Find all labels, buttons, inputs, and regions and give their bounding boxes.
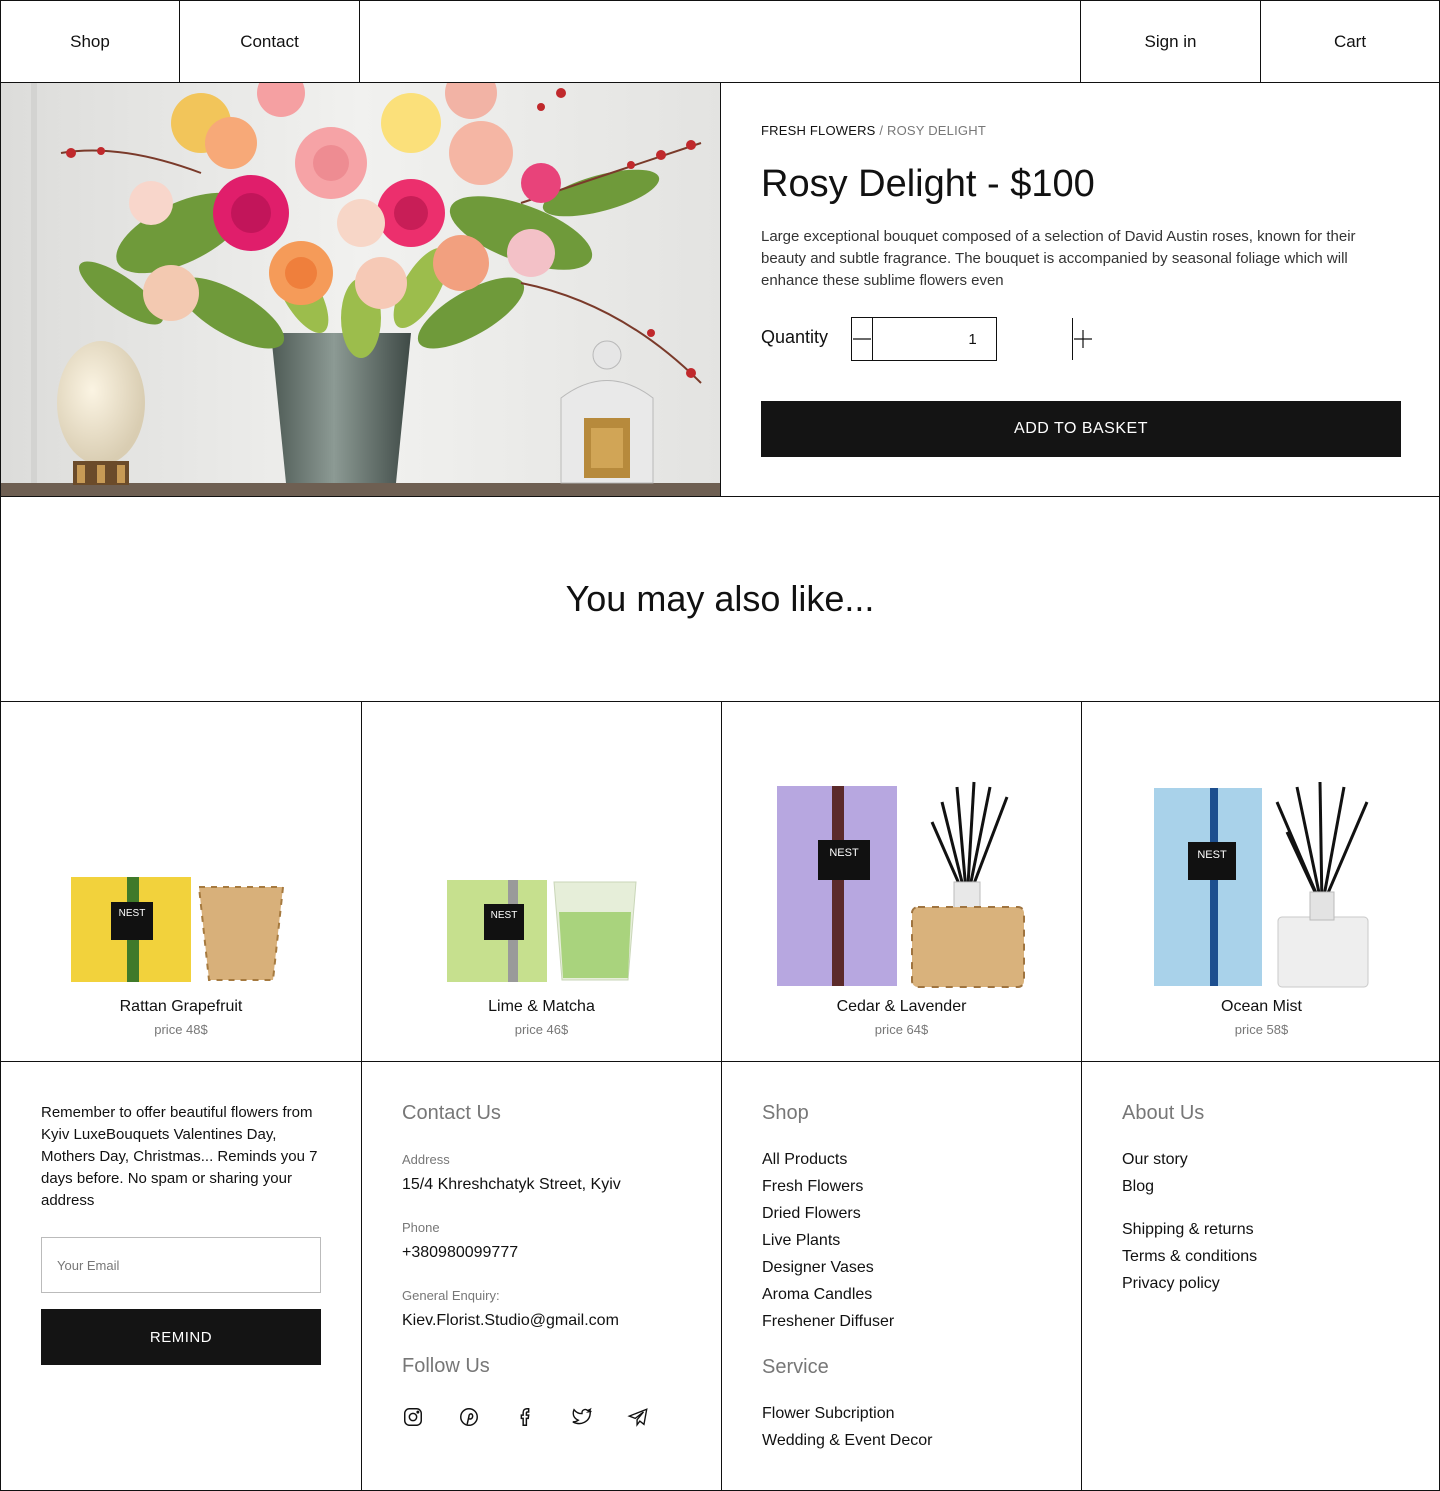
link-shipping-returns[interactable]: Shipping & returns (1122, 1221, 1254, 1239)
product-card-name: Cedar & Lavender (836, 998, 967, 1015)
shop-heading: Shop (762, 1102, 809, 1124)
link-fresh-flowers[interactable]: Fresh Flowers (762, 1178, 863, 1196)
nav-shop-link[interactable]: Shop (1, 1, 180, 82)
nav-sign-in-link[interactable]: Sign in (1080, 1, 1260, 82)
product-card-price: price 48$ (154, 1022, 208, 1037)
brand-label: NEST (829, 847, 859, 859)
instagram-icon[interactable] (402, 1405, 458, 1429)
recommendations-heading-section: You may also like... (1, 497, 1439, 702)
link-designer-vases[interactable]: Designer Vases (762, 1259, 874, 1277)
product-section: FRESH FLOWERS / ROSY DELIGHT Rosy Deligh… (1, 83, 1439, 497)
brand-label: NEST (119, 908, 146, 919)
product-card-lime-matcha[interactable]: NEST Lime & Matcha price 46$ (361, 702, 721, 1061)
product-card-ocean-mist[interactable]: NEST Ocean Mist price 58$ (1081, 702, 1440, 1061)
link-wedding-event-decor[interactable]: Wedding & Event Decor (762, 1432, 932, 1450)
quantity-increase-button[interactable] (1072, 318, 1093, 360)
email-link[interactable]: Kiev.Florist.Studio@gmail.com (402, 1312, 619, 1330)
diffuser-box-stripe-shape (1210, 788, 1218, 986)
link-dried-flowers[interactable]: Dried Flowers (762, 1205, 861, 1223)
quantity-stepper (851, 317, 1092, 361)
phone-link[interactable]: +380980099777 (402, 1244, 518, 1262)
footer-contact: Contact Us Address 15/4 Khreshchatyk Str… (361, 1062, 721, 1490)
product-card-price: price 64$ (874, 1022, 929, 1037)
footer: Remember to offer beautiful flowers from… (1, 1062, 1439, 1490)
product-card-rattan-grapefruit[interactable]: NEST Rattan Grapefruit price 48$ (1, 702, 361, 1061)
quantity-label: Quantity (761, 327, 829, 347)
contact-heading: Contact Us (402, 1102, 501, 1124)
quantity-input[interactable] (873, 318, 1072, 360)
lime-matcha-image: NEST (447, 880, 637, 982)
nav-cart-link[interactable]: Cart (1260, 1, 1439, 82)
recommendations-heading: You may also like... (565, 578, 875, 619)
link-blog[interactable]: Blog (1122, 1178, 1154, 1196)
product-card-price: price 58$ (1234, 1022, 1289, 1037)
footer-reminder: Remember to offer beautiful flowers from… (1, 1062, 361, 1490)
quantity-decrease-button[interactable] (852, 318, 873, 360)
address-value: 15/4 Khreshchatyk Street, Kyiv (402, 1176, 621, 1193)
ocean-mist-image: NEST (1154, 781, 1369, 988)
enquiry-label: General Enquiry: (402, 1288, 500, 1303)
address-label: Address (402, 1152, 450, 1167)
product-card-name: Rattan Grapefruit (119, 998, 243, 1015)
social-links (402, 1405, 682, 1429)
link-freshener-diffuser[interactable]: Freshener Diffuser (762, 1313, 894, 1331)
product-card-cedar-lavender[interactable]: NEST Cedar & Lavender price 64$ (721, 702, 1081, 1061)
product-card-name: Lime & Matcha (488, 998, 595, 1015)
link-all-products[interactable]: All Products (762, 1151, 847, 1169)
about-heading: About Us (1122, 1102, 1205, 1124)
link-privacy-policy[interactable]: Privacy policy (1122, 1275, 1220, 1293)
telegram-icon[interactable] (626, 1405, 682, 1429)
product-card-price: price 46$ (514, 1022, 569, 1037)
remind-button[interactable]: REMIND (41, 1309, 321, 1365)
rattan-grapefruit-image: NEST (71, 877, 285, 982)
link-flower-subscription[interactable]: Flower Subcription (762, 1405, 895, 1423)
product-title: Rosy Delight - $100 (761, 163, 1095, 205)
breadcrumb-separator: / (879, 123, 884, 138)
breadcrumb-fresh-flowers[interactable]: FRESH FLOWERS (761, 123, 876, 138)
email-input[interactable] (41, 1237, 321, 1293)
product-description: Large exceptional bouquet composed of a … (761, 228, 1356, 289)
brand-label: NEST (491, 910, 518, 921)
pinterest-icon[interactable] (458, 1405, 514, 1429)
product-image (1, 83, 721, 496)
link-aroma-candles[interactable]: Aroma Candles (762, 1286, 872, 1304)
twitter-icon[interactable] (570, 1405, 626, 1429)
minus-icon (853, 338, 871, 340)
page: Shop Contact Sign in Cart FRESH FLOWERS … (0, 0, 1440, 1491)
follow-heading: Follow Us (402, 1355, 490, 1377)
add-to-basket-button[interactable]: ADD TO BASKET (761, 401, 1401, 457)
product-card-name: Ocean Mist (1221, 998, 1302, 1015)
link-our-story[interactable]: Our story (1122, 1151, 1188, 1169)
reminder-text: Remember to offer beautiful flowers from… (41, 1104, 318, 1209)
breadcrumb: FRESH FLOWERS / ROSY DELIGHT (761, 123, 986, 138)
facebook-icon[interactable] (514, 1405, 570, 1429)
brand-label: NEST (1197, 849, 1227, 861)
link-live-plants[interactable]: Live Plants (762, 1232, 840, 1250)
breadcrumb-current: ROSY DELIGHT (887, 123, 986, 138)
footer-shop: Shop All Products Fresh Flowers Dried Fl… (721, 1062, 1081, 1490)
cedar-lavender-image: NEST (777, 781, 1025, 988)
plus-icon (1074, 330, 1092, 348)
diffuser-box-shape (1154, 788, 1262, 986)
link-terms-conditions[interactable]: Terms & conditions (1122, 1248, 1257, 1266)
diffuser-box-stripe-shape (832, 786, 844, 986)
service-heading: Service (762, 1356, 829, 1378)
recommendations-grid: NEST Rattan Grapefruit price 48$ NEST Li… (1, 702, 1439, 1062)
footer-about: About Us Our story Blog Shipping & retur… (1081, 1062, 1439, 1490)
phone-label: Phone (402, 1220, 440, 1235)
top-nav: Shop Contact Sign in Cart (1, 1, 1439, 83)
nav-contact-link[interactable]: Contact (180, 1, 360, 82)
